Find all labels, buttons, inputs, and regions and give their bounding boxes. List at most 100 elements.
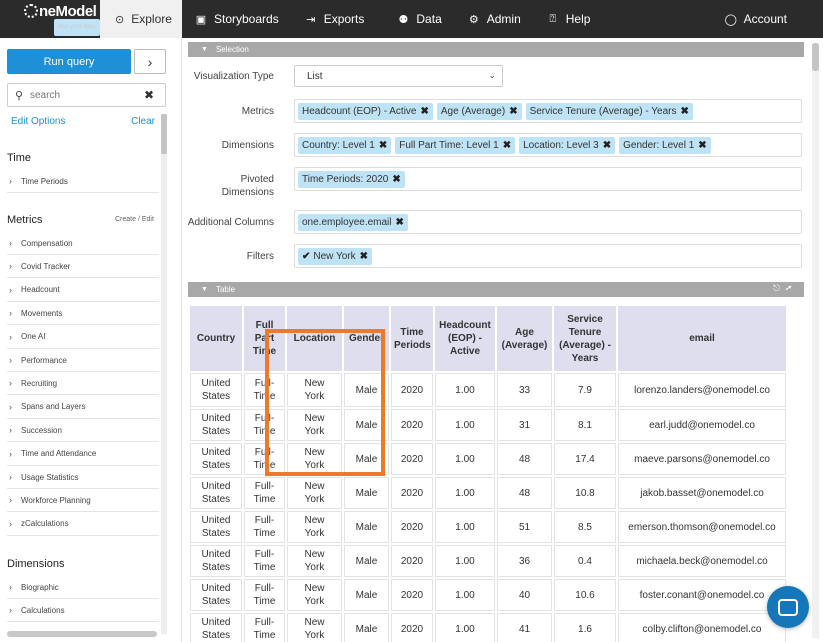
- remove-tag-icon[interactable]: ✖: [396, 217, 404, 228]
- chevron-right-icon: ›: [9, 261, 12, 272]
- selected-tag: Gender: Level 1 ✖: [619, 136, 711, 154]
- remove-tag-icon[interactable]: ✖: [421, 106, 429, 117]
- selection-bar[interactable]: ▼ Selection: [188, 42, 804, 57]
- search-input[interactable]: [30, 89, 140, 101]
- sidebar-item-biographic[interactable]: › Biographic: [7, 576, 159, 599]
- sidebar-item-performance[interactable]: › Performance: [7, 349, 159, 372]
- table-cell: 17.4: [554, 443, 616, 475]
- sidebar-item-time-and-attendance[interactable]: › Time and Attendance: [7, 443, 159, 466]
- viz-type-select[interactable]: List ⌄: [294, 65, 503, 87]
- sidebar-item-usage-statistics[interactable]: › Usage Statistics: [7, 466, 159, 489]
- nav-explore[interactable]: ⊙ Explore: [100, 0, 182, 38]
- sidebar-item-succession[interactable]: › Succession: [7, 419, 159, 443]
- sidebar-item-compensation[interactable]: › Compensation: [7, 232, 159, 255]
- table-bar[interactable]: ▼ Table ⎋ ➚: [188, 282, 804, 297]
- sidebar-item-calculations[interactable]: › Calculations: [7, 599, 159, 623]
- clear-link[interactable]: Clear: [131, 116, 155, 127]
- metrics-tagbox[interactable]: Headcount (EOP) - Active ✖ Age (Average) ✖ S…: [294, 99, 802, 123]
- onemodel-logo[interactable]: neModel free your data: [0, 0, 100, 38]
- table-cell: 8.5: [554, 511, 616, 543]
- column-header[interactable]: Headcount (EOP) - Active: [435, 306, 495, 371]
- sidebar-item-time-periods[interactable]: › Time Periods: [7, 170, 159, 193]
- main-scrollbar[interactable]: [812, 43, 819, 638]
- collapse-icon: ▼: [201, 286, 208, 293]
- nav-account[interactable]: ◯ Account: [712, 0, 823, 38]
- table-cell: 2020: [391, 373, 433, 407]
- table-cell: 10.8: [554, 477, 616, 509]
- column-header[interactable]: Country: [190, 306, 242, 371]
- nav-storyboards[interactable]: ▣ Storyboards: [182, 0, 292, 38]
- table-cell: United States: [190, 477, 242, 509]
- table-cell: Male: [344, 613, 389, 642]
- column-header[interactable]: Age (Average): [497, 306, 552, 371]
- edit-options-link[interactable]: Edit Options: [11, 116, 65, 127]
- sidebar-hscrollbar[interactable]: [7, 631, 157, 637]
- pivoted-tagbox[interactable]: Time Periods: 2020 ✖: [294, 167, 802, 191]
- sidebar-item-workforce-planning[interactable]: › Workforce Planning: [7, 489, 159, 513]
- column-header[interactable]: Time Periods: [391, 306, 433, 371]
- selected-tag: one.employee.email ✖: [298, 213, 408, 231]
- table-row: United States Full-Time New York Male 2020 1.…: [190, 511, 786, 543]
- sidebar-item-label: Time and Attendance: [21, 449, 97, 459]
- table-cell: 0.4: [554, 545, 616, 577]
- sidebar-item-label: Usage Statistics: [21, 472, 79, 482]
- table-cell: 7.9: [554, 373, 616, 407]
- nav-data[interactable]: ⚉ Data: [377, 0, 454, 38]
- column-header[interactable]: Service Tenure (Average) - Years: [554, 306, 616, 371]
- remove-tag-icon[interactable]: ✖: [360, 251, 368, 262]
- sidebar-item-recruiting[interactable]: › Recruiting: [7, 372, 159, 396]
- chevron-right-icon[interactable]: ›: [134, 49, 166, 74]
- remove-tag-icon[interactable]: ✖: [603, 140, 611, 151]
- download-icon[interactable]: ⎋: [773, 283, 780, 293]
- tag-label: New York: [313, 250, 356, 262]
- table-cell: 48: [497, 443, 552, 475]
- sidebar-item-label: zCalculations: [21, 519, 69, 529]
- sidebar-item-one-ai[interactable]: › One AI: [7, 326, 159, 349]
- sidebar-scrollbar[interactable]: [161, 114, 167, 634]
- nav-exports[interactable]: ⇥ Exports: [292, 0, 378, 38]
- selected-tag: Age (Average) ✖: [436, 102, 522, 120]
- additional-columns-tagbox[interactable]: one.employee.email ✖: [294, 210, 802, 234]
- table-cell: jakob.basset@onemodel.co: [618, 477, 786, 509]
- table-cell: 36: [497, 545, 552, 577]
- sidebar-item-spans-and-layers[interactable]: › Spans and Layers: [7, 396, 159, 419]
- table-cell: 1.00: [435, 511, 495, 543]
- remove-tag-icon[interactable]: ✖: [681, 106, 689, 117]
- sidebar-item-label: Compensation: [21, 238, 73, 248]
- table-row: United States Full-Time New York Male 2020 1.…: [190, 579, 786, 611]
- table-cell: 10.6: [554, 579, 616, 611]
- table-cell: 2020: [391, 443, 433, 475]
- remove-tag-icon[interactable]: ✖: [503, 140, 511, 151]
- run-query-button[interactable]: Run query: [7, 49, 131, 74]
- table-cell: 1.00: [435, 443, 495, 475]
- metrics-label: Metrics: [241, 106, 274, 117]
- remove-tag-icon[interactable]: ✖: [392, 174, 400, 185]
- remove-tag-icon[interactable]: ✖: [509, 106, 517, 117]
- storyboard-icon: ▣: [195, 13, 207, 26]
- pin-icon[interactable]: ➚: [785, 283, 792, 293]
- table-cell: Full-Time: [244, 511, 285, 543]
- sidebar-item-zcalculations[interactable]: › zCalculations: [7, 513, 159, 536]
- table-cell: Male: [344, 579, 389, 611]
- sidebar-item-covid-tracker[interactable]: › Covid Tracker: [7, 255, 159, 279]
- filters-tagbox[interactable]: ✔ New York ✖: [294, 244, 802, 268]
- remove-tag-icon[interactable]: ✖: [698, 140, 706, 151]
- table-cell: 48: [497, 477, 552, 509]
- nav-help[interactable]: ⍰ Help: [534, 0, 604, 38]
- create-edit-link[interactable]: Create / Edit: [115, 216, 154, 223]
- table-cell: Full-Time: [244, 477, 285, 509]
- close-icon[interactable]: ✖: [140, 88, 158, 102]
- dimensions-tagbox[interactable]: Country: Level 1 ✖ Full Part Time: Level 1…: [294, 133, 802, 157]
- sidebar-item-movements[interactable]: › Movements: [7, 302, 159, 326]
- chevron-right-icon: ›: [9, 401, 12, 412]
- table-cell: 41: [497, 613, 552, 642]
- chevron-right-icon: ›: [9, 605, 12, 616]
- nav-admin[interactable]: ⚙ Admin: [455, 0, 534, 38]
- sidebar-item-headcount[interactable]: › Headcount: [7, 279, 159, 302]
- search-icon: ⚲: [14, 89, 24, 102]
- sidebar-item-label: Recruiting: [21, 378, 58, 388]
- remove-tag-icon[interactable]: ✖: [379, 140, 387, 151]
- column-header[interactable]: email: [618, 306, 786, 371]
- chat-button[interactable]: [767, 586, 809, 628]
- tag-label: Gender: Level 1: [623, 139, 695, 151]
